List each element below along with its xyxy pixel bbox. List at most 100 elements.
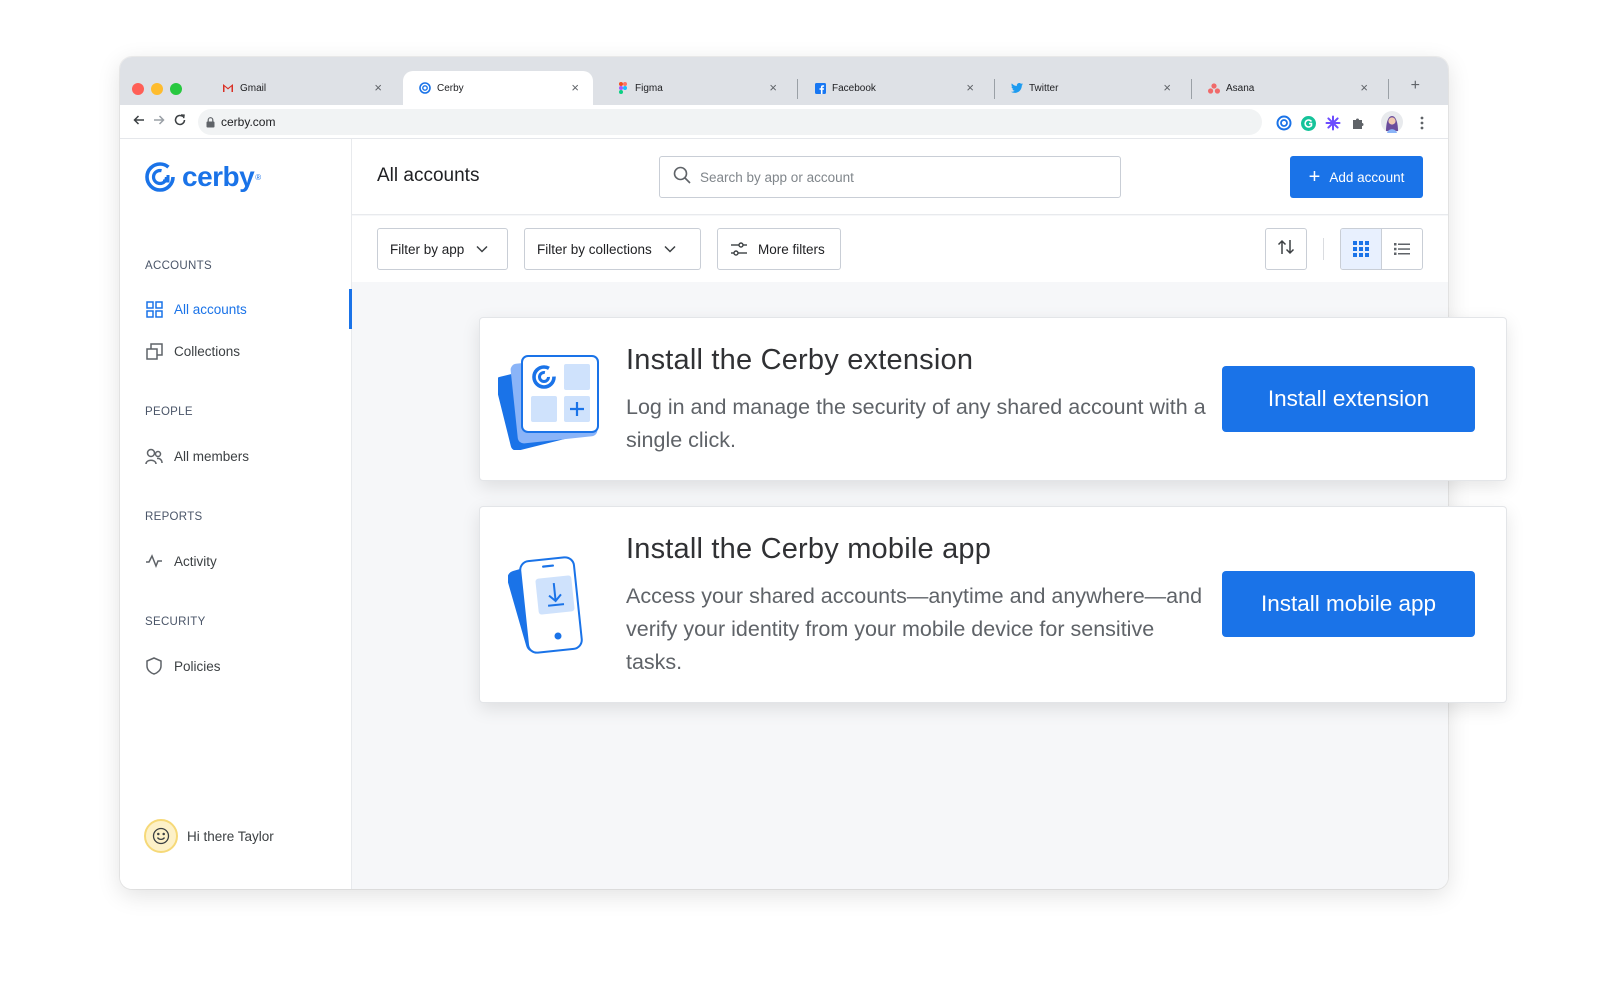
toolbar-divider xyxy=(1323,238,1324,260)
more-filters-label: More filters xyxy=(758,241,825,257)
page-title: All accounts xyxy=(377,165,480,186)
list-view-icon xyxy=(1394,243,1410,255)
tab-close-icon[interactable]: × xyxy=(374,81,382,95)
extension-illustration-icon xyxy=(495,352,602,455)
section-title-people: PEOPLE xyxy=(145,406,193,418)
sliders-icon xyxy=(730,242,748,256)
filter-label: Filter by collections xyxy=(537,241,652,257)
collections-icon xyxy=(145,342,163,360)
address-bar[interactable]: cerby.com xyxy=(198,109,1262,135)
filter-by-app-dropdown[interactable]: Filter by app xyxy=(377,228,508,270)
more-filters-button[interactable]: More filters xyxy=(717,228,841,270)
tab-strip: Gmail × Cerby × Figma × Facebook × Twitt… xyxy=(120,57,1448,105)
tab-label: Cerby xyxy=(437,82,464,94)
asana-icon xyxy=(1208,82,1220,94)
plus-icon: + xyxy=(1308,166,1321,188)
tab-asana[interactable]: Asana × xyxy=(1192,71,1382,105)
add-account-button[interactable]: + Add account xyxy=(1290,156,1423,198)
grid-view-button[interactable] xyxy=(1341,229,1382,269)
card-body: Log in and manage the security of any sh… xyxy=(626,395,1206,452)
filter-by-collections-dropdown[interactable]: Filter by collections xyxy=(524,228,701,270)
tab-close-icon[interactable]: × xyxy=(1163,81,1171,95)
sidebar-item-all-members[interactable]: All members xyxy=(145,443,352,469)
activity-icon xyxy=(145,552,163,570)
chevron-down-icon xyxy=(664,245,676,253)
tab-close-icon[interactable]: × xyxy=(571,81,579,95)
browser-menu-icon[interactable] xyxy=(1414,115,1430,131)
tab-figma[interactable]: Figma × xyxy=(601,71,791,105)
filter-bar: Filter by app Filter by collections More… xyxy=(352,216,1448,282)
user-greeting: Hi there Taylor xyxy=(187,828,274,844)
facebook-icon xyxy=(814,82,826,94)
forward-icon[interactable] xyxy=(152,113,166,130)
members-icon xyxy=(145,447,163,465)
tab-label: Twitter xyxy=(1029,82,1059,94)
section-title-reports: REPORTS xyxy=(145,511,203,523)
sort-icon xyxy=(1277,239,1295,260)
grid-view-icon xyxy=(1353,241,1369,257)
sidebar-item-activity[interactable]: Activity xyxy=(145,548,352,574)
close-window-button[interactable] xyxy=(132,83,144,95)
lock-icon xyxy=(206,116,215,128)
brand-registered-mark: ® xyxy=(255,172,262,182)
grammarly-icon[interactable] xyxy=(1300,115,1316,131)
cerby-icon xyxy=(419,82,431,94)
tab-divider xyxy=(1388,79,1389,99)
sidebar-item-collections[interactable]: Collections xyxy=(145,338,352,364)
extensions-puzzle-icon[interactable] xyxy=(1350,115,1366,131)
page-header: All accounts + Add account xyxy=(352,139,1448,215)
brand-name: cerby xyxy=(182,161,255,192)
card-title: Install the Cerby extension xyxy=(626,344,974,376)
tab-gmail[interactable]: Gmail × xyxy=(206,71,396,105)
tab-label: Facebook xyxy=(832,82,876,94)
sidebar-item-label: All members xyxy=(174,448,250,464)
tab-close-icon[interactable]: × xyxy=(966,81,974,95)
sidebar-item-label: All accounts xyxy=(174,301,247,317)
search-box[interactable] xyxy=(659,156,1121,198)
profile-avatar-icon[interactable] xyxy=(1381,111,1403,133)
sidebar: cerby ® ACCOUNTS All accounts Collection… xyxy=(120,139,352,889)
tab-close-icon[interactable]: × xyxy=(1360,81,1368,95)
sidebar-item-policies[interactable]: Policies xyxy=(145,653,352,679)
tab-twitter[interactable]: Twitter × xyxy=(995,71,1185,105)
search-icon xyxy=(673,166,691,189)
figma-icon xyxy=(617,82,629,94)
sidebar-item-all-accounts[interactable]: All accounts xyxy=(145,296,352,322)
install-mobile-app-card: Install the Cerby mobile app Access your… xyxy=(479,506,1507,703)
tab-label: Asana xyxy=(1226,82,1255,94)
tab-label: Gmail xyxy=(240,82,267,94)
reload-icon[interactable] xyxy=(173,113,187,130)
browser-toolbar: cerby.com xyxy=(120,105,1448,139)
search-input[interactable] xyxy=(700,169,1100,185)
gmail-icon xyxy=(222,82,234,94)
filter-label: Filter by app xyxy=(390,241,465,257)
tab-close-icon[interactable]: × xyxy=(769,81,777,95)
install-extension-button[interactable]: Install extension xyxy=(1222,366,1475,432)
twitter-icon xyxy=(1011,82,1023,94)
cerby-extension-icon[interactable] xyxy=(1276,115,1292,131)
list-view-button[interactable] xyxy=(1382,229,1422,269)
view-toggle xyxy=(1340,228,1423,270)
card-title: Install the Cerby mobile app xyxy=(626,533,992,565)
tab-cerby[interactable]: Cerby × xyxy=(403,71,593,105)
section-title-security: SECURITY xyxy=(145,616,206,628)
grid-icon xyxy=(145,300,163,318)
section-title-accounts: ACCOUNTS xyxy=(145,260,212,272)
cerby-logo[interactable]: cerby ® xyxy=(144,161,261,193)
shield-icon xyxy=(145,657,163,675)
sort-button[interactable] xyxy=(1265,228,1307,270)
mobile-illustration-icon xyxy=(507,551,598,664)
user-profile[interactable]: Hi there Taylor xyxy=(144,819,274,853)
minimize-window-button[interactable] xyxy=(151,83,163,95)
maximize-window-button[interactable] xyxy=(170,83,182,95)
card-body: Access your shared accounts—anytime and … xyxy=(626,584,1203,674)
sidebar-item-label: Collections xyxy=(174,343,241,359)
install-mobile-app-button[interactable]: Install mobile app xyxy=(1222,571,1475,637)
tab-facebook[interactable]: Facebook × xyxy=(798,71,988,105)
new-tab-button[interactable]: + xyxy=(1411,77,1420,95)
back-icon[interactable] xyxy=(132,113,146,130)
sparkle-extension-icon[interactable] xyxy=(1325,115,1341,131)
chevron-down-icon xyxy=(476,245,488,253)
tab-label: Figma xyxy=(635,82,663,94)
cerby-logo-icon xyxy=(145,162,175,192)
